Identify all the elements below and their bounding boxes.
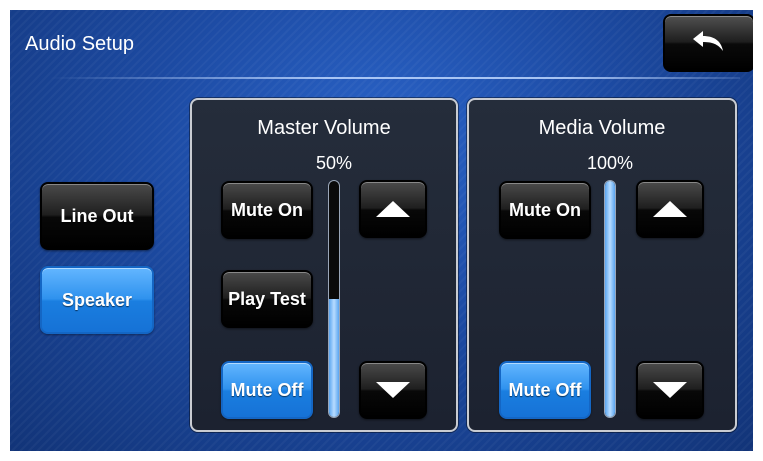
line-out-button[interactable]: Line Out [40,182,154,250]
media-mute-off-button[interactable]: Mute Off [499,361,591,419]
back-arrow-icon [693,31,723,51]
master-volume-down-button[interactable] [359,361,427,419]
master-volume-percent: 50% [315,153,353,173]
media-volume-fill [605,181,615,417]
master-play-test-button[interactable]: Play Test [221,270,313,328]
audio-setup-screen: Audio Setup Line Out Speaker Master Volu… [10,10,753,451]
master-volume-title: Master Volume [257,117,391,139]
media-volume-slider[interactable] [604,180,616,418]
media-volume-percent: 100% [586,153,634,173]
media-volume-up-button[interactable] [636,180,704,238]
master-volume-panel: Master Volume 50% Mute On Play Test Mute… [190,98,458,432]
back-button[interactable] [663,14,753,72]
arrow-up-icon [653,201,687,217]
header-divider [50,77,740,79]
master-volume-slider[interactable] [328,180,340,418]
arrow-down-icon [376,382,410,398]
page-title: Audio Setup [25,33,134,55]
media-mute-on-button[interactable]: Mute On [499,181,591,239]
master-volume-up-button[interactable] [359,180,427,238]
media-volume-down-button[interactable] [636,361,704,419]
media-volume-title: Media Volume [538,117,666,139]
speaker-button[interactable]: Speaker [40,266,154,334]
master-volume-fill [329,299,339,417]
arrow-up-icon [376,201,410,217]
arrow-down-icon [653,382,687,398]
media-volume-panel: Media Volume 100% Mute On Mute Off [467,98,737,432]
master-mute-off-button[interactable]: Mute Off [221,361,313,419]
master-mute-on-button[interactable]: Mute On [221,181,313,239]
